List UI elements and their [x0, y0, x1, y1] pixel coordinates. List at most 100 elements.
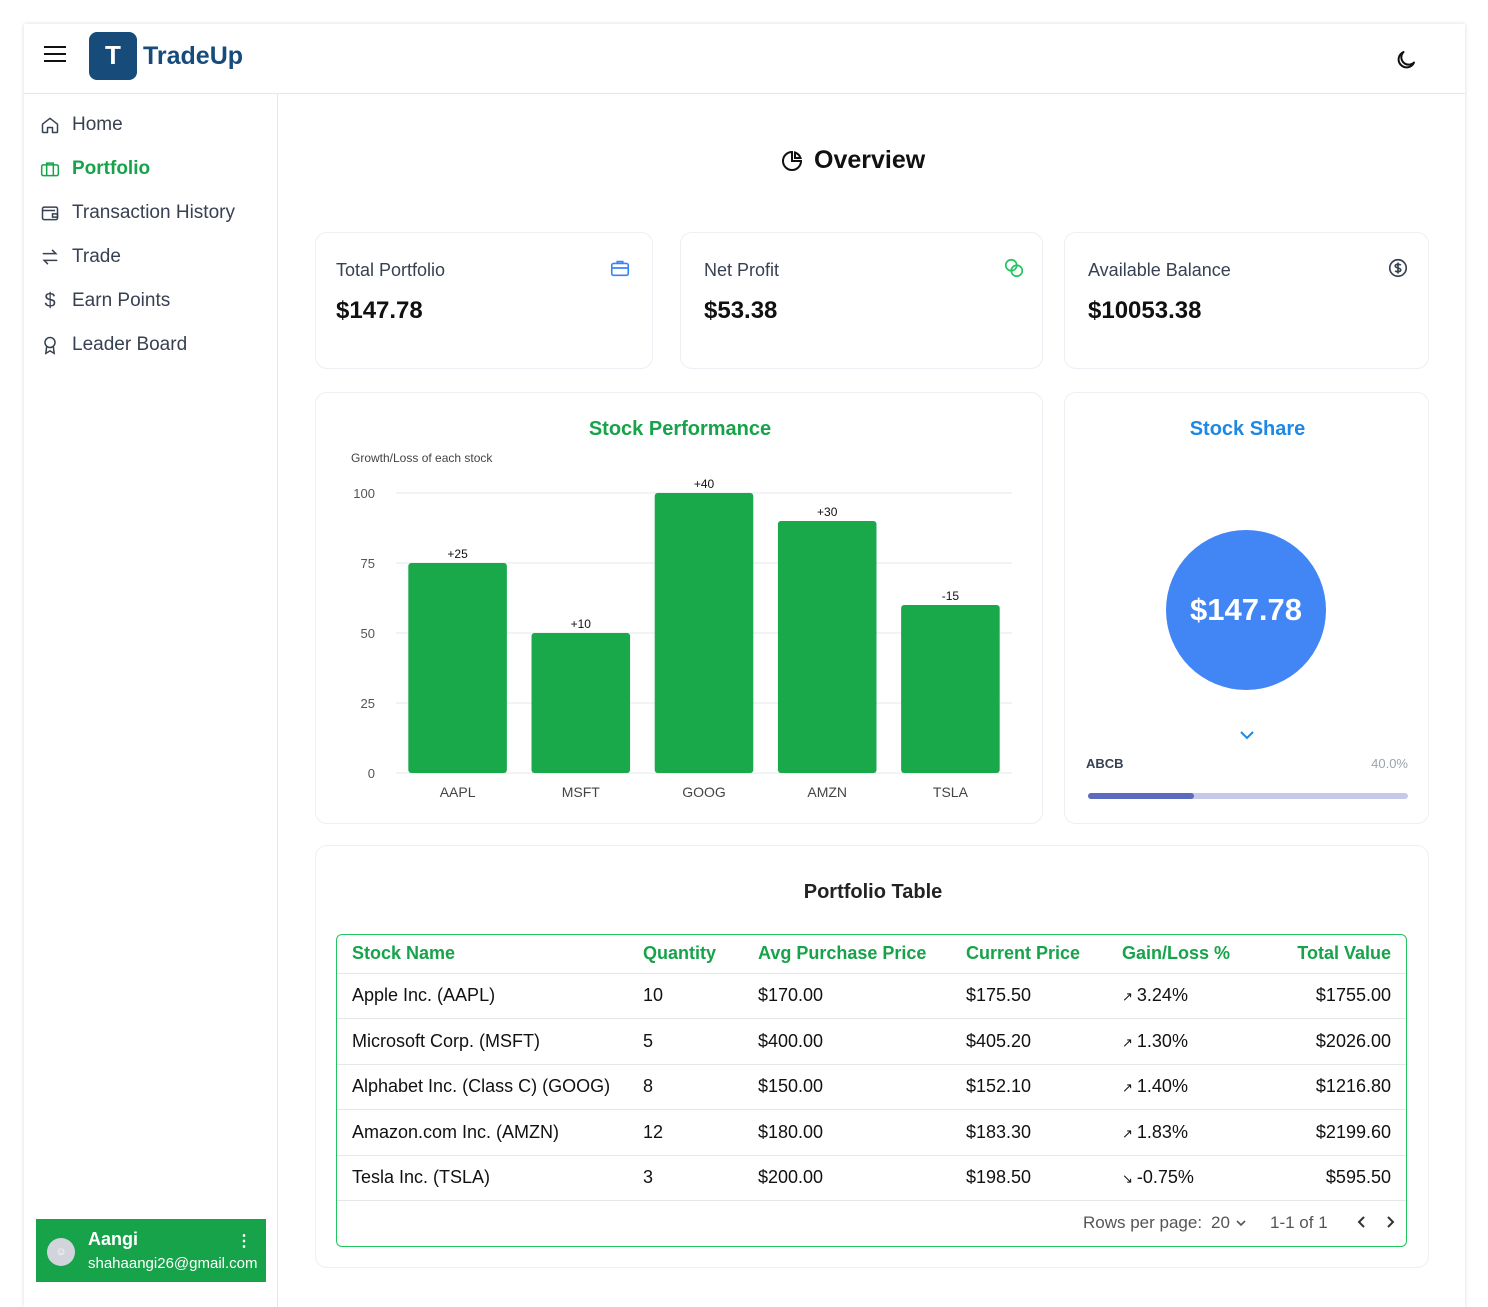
sidebar-item-label: Leader Board: [72, 334, 188, 355]
logo: T: [89, 32, 137, 80]
col-header-gain-loss[interactable]: Gain/Loss %: [1122, 935, 1247, 974]
stat-card-total-portfolio: Total Portfolio $147.78: [315, 232, 653, 369]
cell-stock-name: Tesla Inc. (TSLA): [337, 1155, 643, 1201]
x-tick-label: AMZN: [807, 784, 847, 800]
cell-avg-price: $180.00: [758, 1109, 966, 1156]
cell-stock-name: Apple Inc. (AAPL): [337, 973, 643, 1019]
trending-up-icon: ↗: [1122, 989, 1133, 1005]
cell-gain-loss: ↘ -0.75%: [1122, 1155, 1247, 1201]
y-tick-label: 25: [361, 696, 375, 711]
stock-performance-card: Stock Performance Growth/Loss of each st…: [315, 392, 1043, 824]
pagination: Rows per page: 20 1-1 of 1: [337, 1200, 1406, 1246]
y-tick-label: 0: [368, 766, 375, 781]
table-title: Portfolio Table: [803, 881, 943, 903]
table-row[interactable]: Amazon.com Inc. (AMZN) 12 $180.00 $183.30 ↗ 1…: [337, 1109, 1406, 1156]
table-row[interactable]: Alphabet Inc. (Class C) (GOOG) 8 $150.00 $1…: [337, 1064, 1406, 1110]
rows-per-page-select[interactable]: 20: [1211, 1213, 1247, 1233]
y-tick-label: 75: [361, 556, 375, 571]
swap-icon: [40, 247, 60, 267]
page-title-text: Overview: [814, 146, 926, 174]
gain-loss-value: 1.40%: [1136, 1076, 1188, 1097]
stat-label: Total Portfolio: [336, 260, 446, 280]
table-row[interactable]: Apple Inc. (AAPL) 10 $170.00 $175.50 ↗ 3.24% $…: [337, 973, 1406, 1019]
col-header-avg-price[interactable]: Avg Purchase Price: [758, 935, 966, 974]
gain-loss-value: 1.30%: [1136, 1030, 1188, 1051]
menu-icon[interactable]: [44, 46, 68, 66]
sidebar-item-home[interactable]: Home: [40, 110, 123, 140]
col-header-stock-name[interactable]: Stock Name: [337, 935, 643, 974]
sidebar: Home Portfolio Transaction History Trade…: [24, 94, 278, 1307]
sidebar-item-portfolio[interactable]: Portfolio: [40, 154, 150, 184]
stat-card-available-balance: Available Balance $10053.38: [1064, 232, 1429, 369]
share-total-bubble: $147.78: [1166, 530, 1326, 690]
briefcase-icon: [609, 257, 631, 279]
y-tick-label: 50: [361, 626, 375, 641]
coins-icon: [1003, 257, 1025, 279]
more-vertical-icon[interactable]: ⋮: [236, 1231, 252, 1251]
sidebar-item-label: Portfolio: [72, 158, 151, 179]
avatar: ☺: [47, 1238, 75, 1266]
dollar-circle-icon: [1387, 257, 1409, 279]
data-label: +30: [817, 505, 838, 519]
stat-value: $147.78: [336, 297, 423, 324]
stat-card-net-profit: Net Profit $53.38: [680, 232, 1043, 369]
sidebar-item-label: Trade: [72, 246, 121, 267]
award-icon: [40, 335, 60, 355]
col-header-quantity[interactable]: Quantity: [643, 935, 758, 974]
sidebar-item-leader-board[interactable]: Leader Board: [40, 330, 187, 360]
wallet-icon: [40, 203, 60, 223]
trending-up-icon: ↗: [1122, 1125, 1133, 1141]
table-row[interactable]: Microsoft Corp. (MSFT) 5 $400.00 $405.20 ↗ 1.…: [337, 1018, 1406, 1065]
cell-avg-price: $170.00: [758, 973, 966, 1019]
home-icon: [40, 115, 60, 135]
moon-icon[interactable]: [1394, 48, 1418, 72]
next-page-icon[interactable]: [1383, 1214, 1397, 1235]
performance-chart: Growth/Loss of each stock 0 25 50 75 100 +25 AA…: [351, 451, 1012, 800]
chart-subtitle: Growth/Loss of each stock: [351, 451, 493, 465]
user-email: shahaangi26@gmail.com: [88, 1255, 258, 1272]
cell-quantity: 12: [643, 1109, 758, 1156]
table-header-row: Stock Name Quantity Avg Purchase Price C…: [337, 935, 1406, 974]
bar-amzn: [777, 521, 877, 773]
chevron-down-icon[interactable]: [1237, 727, 1257, 743]
gain-loss-value: 3.24%: [1136, 985, 1188, 1006]
dollar-icon: $: [44, 289, 56, 312]
sidebar-item-transaction-history[interactable]: Transaction History: [40, 198, 235, 228]
cell-total-value: $595.50: [1247, 1155, 1406, 1201]
col-header-current-price[interactable]: Current Price: [966, 935, 1122, 974]
cell-stock-name: Amazon.com Inc. (AMZN): [337, 1109, 643, 1156]
prev-page-icon[interactable]: [1355, 1214, 1369, 1235]
cell-gain-loss: ↗ 1.30%: [1122, 1018, 1247, 1065]
cell-current-price: $152.10: [966, 1064, 1122, 1110]
bar-tsla: [901, 605, 1000, 773]
portfolio-table: Stock Name Quantity Avg Purchase Price C…: [336, 934, 1407, 1247]
table-row[interactable]: Tesla Inc. (TSLA) 3 $200.00 $198.50 ↘ -0.75% $…: [337, 1155, 1406, 1201]
trending-up-icon: ↗: [1122, 1034, 1133, 1050]
bar-goog: [654, 493, 754, 773]
cell-quantity: 10: [643, 973, 758, 1019]
x-tick-label: MSFT: [562, 784, 601, 800]
user-card[interactable]: ☺ Aangi shahaangi26@gmail.com ⋮: [36, 1219, 266, 1282]
data-label: -15: [942, 589, 960, 603]
x-tick-label: AAPL: [440, 784, 476, 800]
chevron-down-icon: [1236, 1220, 1246, 1227]
sidebar-item-label: Home: [72, 114, 123, 135]
sidebar-item-trade[interactable]: Trade: [40, 242, 121, 272]
top-bar: T TradeUp: [24, 24, 1465, 94]
share-progress-track: [1088, 793, 1408, 799]
col-header-total-value[interactable]: Total Value: [1247, 935, 1406, 974]
app-window: T TradeUp Home Portfolio Transaction His…: [24, 24, 1465, 1307]
cell-total-value: $2026.00: [1247, 1018, 1406, 1065]
cell-total-value: $1216.80: [1247, 1064, 1406, 1110]
cell-gain-loss: ↗ 1.40%: [1122, 1064, 1247, 1110]
share-item-label: ABCB: [1086, 756, 1124, 771]
user-name: Aangi: [88, 1229, 139, 1249]
cell-current-price: $198.50: [966, 1155, 1122, 1201]
cell-total-value: $2199.60: [1247, 1109, 1406, 1156]
sidebar-item-earn-points[interactable]: $ Earn Points: [40, 286, 170, 316]
gain-loss-value: 1.83%: [1136, 1121, 1188, 1142]
gain-loss-value: -0.75%: [1136, 1167, 1194, 1188]
sidebar-item-label: Transaction History: [72, 202, 235, 223]
bar-aapl: [408, 563, 507, 773]
trending-down-icon: ↘: [1122, 1171, 1133, 1187]
